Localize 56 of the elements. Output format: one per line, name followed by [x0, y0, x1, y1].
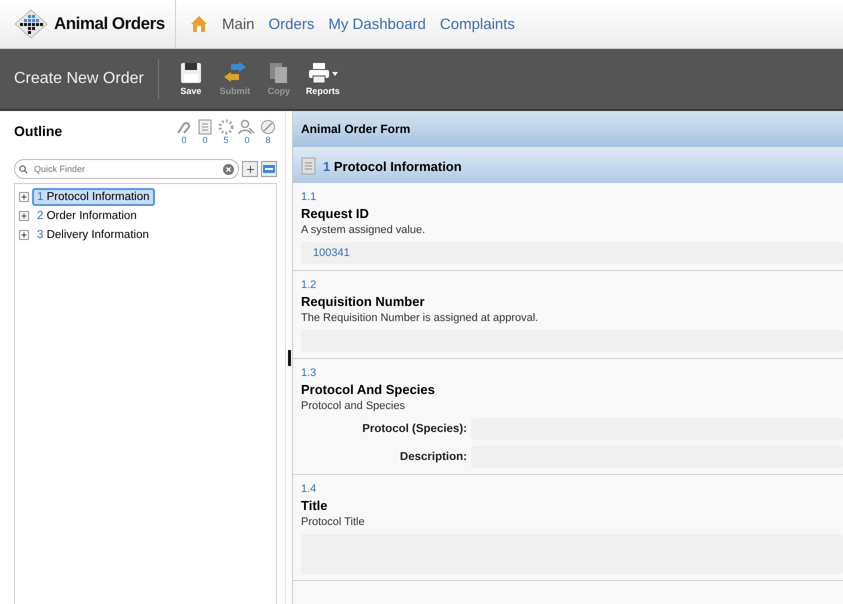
link-icon	[175, 119, 193, 135]
question-number: 1.1	[301, 191, 318, 203]
blocked-icon	[260, 119, 276, 135]
question-number: 1.3	[301, 367, 318, 379]
search-icon	[19, 164, 28, 174]
numbering-icon	[263, 165, 275, 173]
save-button[interactable]: Save	[168, 62, 213, 96]
question-title: Protocol And Species	[301, 382, 436, 397]
plus-icon	[246, 164, 254, 174]
question-description: Protocol and Species	[301, 400, 406, 412]
app-title: Animal Orders	[54, 14, 165, 34]
tree-item[interactable]: 1 Protocol Information	[32, 188, 155, 206]
question-description: The Requisition Number is assigned at approval.	[301, 312, 540, 324]
question-description: Protocol Title	[301, 516, 366, 528]
expand-all-button[interactable]	[242, 161, 258, 177]
counter-value: 0	[181, 135, 186, 145]
question-title: Request ID	[301, 206, 370, 221]
spinner-icon	[218, 119, 234, 135]
field-label: Protocol (Species):	[361, 423, 467, 435]
splitter-handle[interactable]	[288, 350, 290, 366]
expand-icon[interactable]	[19, 230, 29, 240]
expand-icon[interactable]	[19, 210, 29, 220]
people-icon	[238, 119, 256, 135]
tree-item[interactable]: 3 Delivery Information	[32, 226, 154, 244]
nav-link[interactable]: Complaints	[440, 16, 515, 32]
form-title: Animal Order Form	[293, 111, 843, 149]
counter-value: 8	[265, 135, 270, 145]
nav-link[interactable]: My Dashboard	[328, 16, 426, 32]
numbering-button[interactable]	[261, 161, 277, 177]
outline-title: Outline	[14, 123, 62, 139]
documents-icon	[268, 62, 289, 84]
input-field[interactable]: 100341	[301, 242, 843, 264]
clear-icon[interactable]	[223, 164, 234, 174]
question-number: 1.2	[301, 279, 318, 291]
printer-icon	[308, 62, 338, 84]
section-title: 1 Protocol Information	[323, 158, 462, 174]
list-icon	[197, 119, 213, 135]
page-title: Create New Order	[13, 70, 145, 88]
document-icon	[301, 157, 317, 175]
question-title: Requisition Number	[301, 294, 426, 309]
question-description: A system assigned value.	[301, 224, 426, 236]
arrows-icon	[222, 62, 247, 84]
question-number: 1.4	[301, 483, 318, 495]
question-title: Title	[301, 498, 328, 513]
nav-link[interactable]: Main	[222, 16, 255, 32]
logo-icon	[14, 9, 48, 39]
nav-link[interactable]: Orders	[268, 16, 314, 32]
search-input[interactable]: Quick Finder	[32, 163, 219, 175]
reports-button[interactable]: Reports	[300, 62, 345, 96]
field-label: Description:	[398, 451, 467, 463]
counter-value: 5	[223, 135, 228, 145]
expand-icon[interactable]	[19, 192, 29, 202]
counter-value: 0	[202, 135, 208, 145]
counter-value: 0	[244, 135, 250, 145]
search-field[interactable]: Quick Finder	[14, 159, 239, 179]
tree-item[interactable]: 2 Order Information	[32, 206, 142, 224]
